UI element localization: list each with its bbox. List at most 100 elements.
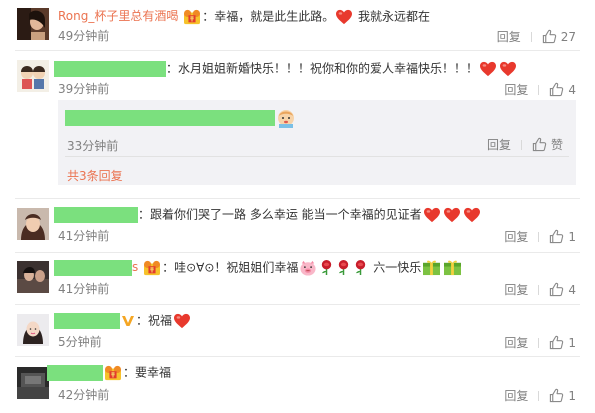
- comment-actions: 回复 27: [497, 29, 576, 44]
- like-button[interactable]: 4: [549, 282, 576, 297]
- avatar[interactable]: [17, 208, 49, 240]
- reply-button[interactable]: 回复: [504, 230, 528, 244]
- sub-reply-box: 33分钟前 回复 赞 共3条回复: [58, 100, 576, 185]
- comment-text: ：水月姐姐新婚快乐！！！祝你和你的爱人幸福快乐！！！: [166, 61, 479, 76]
- thumbs-up-icon: [542, 29, 557, 44]
- comment-line: ：祝福: [54, 312, 192, 329]
- masked-username[interactable]: [54, 312, 120, 329]
- divider: [15, 304, 580, 305]
- like-button[interactable]: 赞: [532, 136, 563, 153]
- more-replies-link[interactable]: 共3条回复: [67, 167, 123, 184]
- divider: [15, 198, 580, 199]
- comment-line: ：要幸福: [47, 364, 171, 381]
- comment-actions: 回复 4: [504, 282, 576, 297]
- thumbs-up-icon: [549, 229, 564, 244]
- reply-button[interactable]: 回复: [504, 283, 528, 297]
- masked-username[interactable]: [54, 60, 166, 77]
- divider: [15, 252, 580, 253]
- fa-blessing-emoji: [104, 365, 122, 381]
- thumbs-up-icon: [549, 388, 564, 403]
- heart-emoji: [463, 207, 481, 223]
- reply-button[interactable]: 回复: [497, 30, 521, 44]
- comment-text: ：要幸福: [123, 365, 172, 380]
- like-button[interactable]: 1: [549, 388, 576, 403]
- avatar[interactable]: [17, 367, 49, 399]
- avatar[interactable]: [17, 261, 49, 293]
- like-count: 27: [560, 29, 576, 44]
- thumbs-up-icon: [549, 335, 564, 350]
- v-badge-icon: [121, 314, 135, 328]
- comment-time: 42分钟前: [58, 388, 110, 402]
- comment-time: 39分钟前: [58, 82, 110, 96]
- like-count: 1: [568, 388, 576, 403]
- comment-line: ：跟着你们哭了一路 多么幸运 能当一个幸福的见证者: [54, 206, 482, 223]
- rose-emoji: [353, 259, 368, 276]
- like-button[interactable]: 4: [549, 82, 576, 97]
- gift-emoji: [443, 259, 462, 276]
- sub-reply-time: 33分钟前: [67, 139, 119, 153]
- like-count: 4: [568, 282, 576, 297]
- divider: [520, 139, 522, 150]
- rose-emoji: [319, 259, 334, 276]
- thumbs-up-icon: [532, 137, 547, 152]
- comment-text: ：祝福: [136, 313, 173, 328]
- masked-reply-text: [65, 110, 275, 126]
- comment-time: 41分钟前: [58, 229, 110, 243]
- divider: [538, 337, 540, 348]
- like-label: 赞: [550, 138, 563, 152]
- heart-emoji: [335, 9, 353, 25]
- fa-blessing-emoji: [143, 260, 161, 276]
- avatar[interactable]: [17, 60, 49, 92]
- comment-item: Rong_杯子里总有酒喝 ：幸福，就是此生此路。 我就永远都在 49分钟前 回复…: [0, 0, 595, 45]
- comment-text: ：跟着你们哭了一路 多么幸运 能当一个幸福的见证者: [138, 207, 422, 222]
- heart-emoji: [423, 207, 441, 223]
- comment-actions: 回复 4: [504, 82, 576, 97]
- masked-username[interactable]: [54, 259, 132, 276]
- divider: [65, 156, 569, 157]
- divider: [530, 31, 532, 42]
- reply-button[interactable]: 回复: [504, 389, 528, 403]
- username-suffix[interactable]: s: [132, 260, 138, 274]
- divider: [538, 84, 540, 95]
- heart-emoji: [173, 313, 191, 329]
- sub-reply-actions: 回复 赞: [487, 136, 563, 153]
- comment-time: 49分钟前: [58, 29, 110, 43]
- comment-text: ：哇⊙∀⊙！祝姐姐们幸福: [162, 260, 299, 275]
- comment-time: 5分钟前: [58, 335, 102, 349]
- comment-actions: 回复 1: [504, 335, 576, 350]
- comment-actions: 回复 1: [504, 229, 576, 244]
- like-button[interactable]: 27: [542, 29, 576, 44]
- reply-button[interactable]: 回复: [504, 336, 528, 350]
- like-button[interactable]: 1: [549, 335, 576, 350]
- comment-text: 我就永远都在: [358, 9, 431, 24]
- comment-line: ：水月姐姐新婚快乐！！！祝你和你的爱人幸福快乐！！！: [54, 60, 518, 77]
- thumbs-up-icon: [549, 282, 564, 297]
- like-count: 1: [568, 229, 576, 244]
- reply-button[interactable]: 回复: [487, 136, 511, 153]
- rose-emoji: [336, 259, 351, 276]
- like-count: 4: [568, 82, 576, 97]
- divider: [538, 231, 540, 242]
- masked-username[interactable]: [54, 206, 138, 223]
- divider: [538, 390, 540, 401]
- reply-button[interactable]: 回复: [504, 83, 528, 97]
- avatar[interactable]: [17, 314, 49, 346]
- comment-actions: 回复 1: [504, 388, 576, 403]
- divider: [538, 284, 540, 295]
- like-button[interactable]: 1: [549, 229, 576, 244]
- masked-username[interactable]: [47, 364, 103, 381]
- avatar[interactable]: [17, 8, 49, 40]
- gift-emoji: [422, 259, 441, 276]
- pig-emoji: [299, 260, 317, 276]
- username-link[interactable]: Rong_杯子里总有酒喝: [58, 9, 178, 23]
- comment-time: 41分钟前: [58, 282, 110, 296]
- divider: [15, 50, 580, 51]
- fa-blessing-emoji: [183, 9, 201, 25]
- heart-emoji: [479, 61, 497, 77]
- heart-emoji: [443, 207, 461, 223]
- comment-text: 六一快乐: [373, 260, 422, 275]
- baby-face-emoji: [276, 108, 296, 128]
- comment-text: ：幸福，就是此生此路。: [202, 9, 335, 24]
- thumbs-up-icon: [549, 82, 564, 97]
- sub-reply-line: [65, 108, 297, 128]
